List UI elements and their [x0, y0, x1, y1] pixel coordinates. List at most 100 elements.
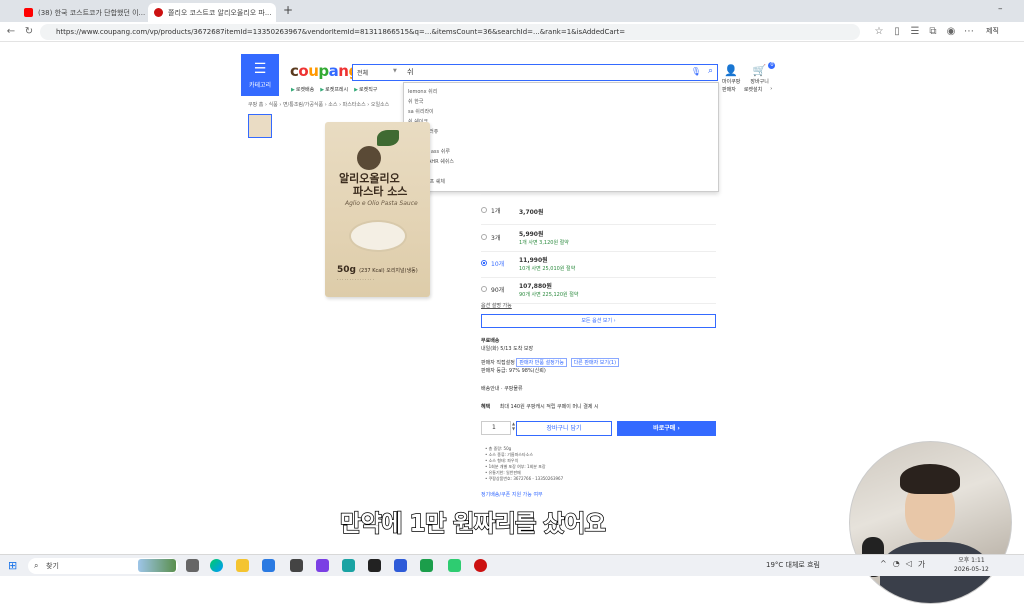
quick-menu-item[interactable]: 로켓프레시	[320, 86, 348, 96]
mycoupang-button[interactable]: 👤 마이쿠팡	[722, 64, 740, 85]
tab-label: (38) 한국 코스트코가 단합했던 이...	[38, 8, 146, 17]
option-radio[interactable]	[481, 234, 487, 240]
coupang-icon	[154, 8, 163, 17]
menu-icon: ☰	[253, 61, 267, 77]
delivery-info: 배송안내 · 쿠팡물류	[481, 386, 523, 392]
weather-widget[interactable]: 19°C 대체로 흐림	[766, 560, 820, 570]
quick-menu-item[interactable]: 로켓직구	[354, 86, 377, 96]
buy-now-button[interactable]: 바로구매 ›	[617, 421, 716, 436]
address-bar: ← ↻ https://www.coupang.com/vp/products/…	[0, 22, 1024, 42]
product-image: 알리오올리오 파스타 소스 Aglio e Olio Pasta Sauce 5…	[325, 122, 430, 297]
youtube-icon	[24, 8, 33, 17]
store-icon[interactable]	[262, 559, 275, 572]
shipping-date: 내일(화) 5/13 도착 보장	[481, 346, 534, 352]
return-pill[interactable]: 판매자 반품 설정가능	[516, 358, 567, 367]
more-icon[interactable]: ⋯	[962, 25, 976, 39]
breadcrumb[interactable]: 쿠팡 홈 › 식품 › 면/통조림/가공식품 › 소스 › 파스타소스 › 오일…	[248, 101, 389, 108]
system-tray: ^ ◔ ◁ 가	[880, 559, 925, 570]
refresh-icon[interactable]: ↻	[22, 25, 36, 39]
app-icon[interactable]	[290, 559, 303, 572]
network-icon[interactable]: ◔	[893, 559, 900, 570]
app-icon[interactable]	[448, 559, 461, 572]
cart-badge: 0	[768, 62, 776, 69]
option-row[interactable]: 1개 3,700원	[481, 199, 716, 225]
option-quantity: 90개	[491, 287, 505, 294]
product-thumbnail[interactable]	[248, 114, 272, 138]
volume-icon[interactable]: ◁	[906, 559, 912, 570]
search-icon[interactable]: ⌕	[708, 66, 713, 76]
option-radio[interactable]	[481, 260, 487, 266]
install-link[interactable]: 로켓설치	[744, 86, 762, 93]
microphone-icon[interactable]: 🎙	[691, 67, 701, 76]
package-subtitle: Aglio e Olio Pasta Sauce	[345, 200, 418, 207]
profile-icon[interactable]: ◉	[944, 25, 958, 39]
return-row: 판매자 직접설정 판매자 반품 설정가능 다른 판매자 보기(1)	[481, 358, 621, 367]
package-title: 알리오올리오 파스타 소스	[339, 172, 408, 198]
quantity-stepper[interactable]: ▲ ▼	[512, 421, 515, 431]
quick-menu-item[interactable]: 로켓배송	[291, 86, 314, 96]
coupang-app-icon[interactable]	[474, 559, 487, 572]
app-icon[interactable]	[420, 559, 433, 572]
user-icon: 👤	[724, 64, 739, 77]
benefit-row: 혜택 최대 140원 쿠팡캐시 적립 쿠페이 머니 결제 시	[481, 404, 599, 410]
chevron-right-icon[interactable]: ›	[770, 86, 772, 93]
header-right-links: 판매자 로켓설치 ›	[722, 86, 772, 93]
option-radio[interactable]	[481, 286, 487, 292]
file-explorer-icon[interactable]	[236, 559, 249, 572]
all-options-button[interactable]: 모든 옵션 보기 ›	[481, 314, 716, 328]
option-quantity: 10개	[491, 261, 505, 268]
tab-coupang[interactable]: 쫄리오 코스트코 알리오올리오 파... ×	[148, 3, 276, 22]
option-price: 11,990원	[519, 257, 548, 264]
collections-icon[interactable]: ⧉	[926, 25, 940, 39]
package-nutrition: · · · · · · · · · · · · · · ·	[337, 277, 374, 282]
app-icon[interactable]	[342, 559, 355, 572]
other-seller-pill[interactable]: 다른 판매자 보기(1)	[570, 358, 620, 367]
task-view-icon[interactable]	[186, 559, 199, 572]
video-caption: 만약에 1만 원짜리를 샀어요	[339, 510, 606, 538]
quantity-input[interactable]: 1	[481, 421, 511, 435]
back-icon[interactable]: ←	[4, 25, 18, 39]
edge-icon[interactable]	[210, 559, 223, 572]
url-input[interactable]: https://www.coupang.com/vp/products/3672…	[40, 24, 860, 40]
search-input[interactable]: 쉬	[407, 67, 413, 77]
favorites-list-icon[interactable]: ☰	[908, 25, 922, 39]
options-info-link[interactable]: 옵션 설명 가능	[481, 302, 512, 309]
option-row[interactable]: 3개 5,990원 1개 사면 3,120원 절약	[481, 226, 716, 252]
favorite-icon[interactable]: ☆	[872, 25, 886, 39]
app-icon[interactable]	[316, 559, 329, 572]
add-to-cart-button[interactable]: 장바구니 담기	[516, 421, 612, 436]
option-saving: 1개 사면 3,120원 절약	[519, 240, 569, 246]
webcam-overlay	[849, 441, 1012, 604]
subscribe-link[interactable]: 정기배송/쿠폰 지원 가능 여부	[481, 491, 543, 498]
option-row[interactable]: 90개 107,880원 90개 사면 225,120원 절약	[481, 278, 716, 304]
app-icon[interactable]	[394, 559, 407, 572]
seller-link[interactable]: 판매자	[722, 86, 736, 93]
cart-button[interactable]: 🛒 장바구니 0	[750, 62, 776, 85]
suggestion-item[interactable]: 쉬 한국	[408, 98, 423, 105]
shipping-label: 무료배송	[481, 338, 500, 344]
suggestion-item[interactable]: lemonx 쉬리	[408, 88, 437, 95]
category-button[interactable]: ☰ 카테고리	[241, 54, 279, 96]
quick-menu: 로켓배송 로켓프레시 로켓직구	[291, 86, 401, 96]
ime-indicator[interactable]: 가	[918, 559, 925, 570]
tab-youtube[interactable]: (38) 한국 코스트코가 단합했던 이... ×	[18, 3, 146, 22]
windows-start-icon[interactable]: ⊞	[8, 559, 17, 572]
option-row[interactable]: 10개 11,990원 10개 사면 25,010원 절약	[481, 252, 716, 278]
split-icon[interactable]: ▯	[890, 25, 904, 39]
new-tab-button[interactable]: +	[283, 3, 293, 17]
capcut-icon[interactable]	[368, 559, 381, 572]
clock[interactable]: 오후 1:11 2026-05-12	[954, 556, 989, 574]
copilot-label[interactable]: 제직	[986, 26, 999, 36]
minimize-icon[interactable]: –	[998, 4, 1003, 14]
search-highlight-image[interactable]	[138, 559, 176, 572]
option-radio[interactable]	[481, 207, 487, 213]
search-scope-select[interactable]: 전체	[357, 68, 368, 77]
cart-icon: 🛒	[752, 64, 767, 77]
basil-leaf-image	[377, 130, 399, 146]
option-price: 3,700원	[519, 209, 544, 216]
suggestion-item[interactable]: sa 쉬리라이	[408, 108, 434, 115]
coupang-logo[interactable]: coupang	[290, 62, 359, 80]
person-hair	[900, 464, 960, 494]
chevron-up-icon[interactable]: ^	[880, 559, 887, 570]
search-box[interactable]: 전체 ▼ 쉬 🎙 ⌕	[352, 64, 718, 81]
